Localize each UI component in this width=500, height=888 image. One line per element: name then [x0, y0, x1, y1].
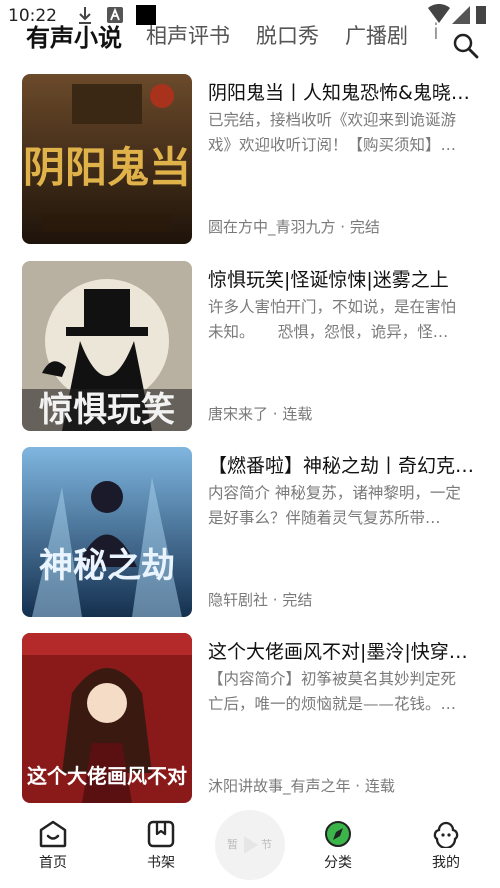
book-item[interactable]: 神秘之劫 【燃番啦】神秘之劫丨奇幻克… 内容简介 神秘复苏，诸神黎明，一定是好事… [0, 447, 500, 617]
nav-home[interactable]: 首页 [23, 820, 83, 872]
book-title[interactable]: 阴阳鬼当丨人知鬼恐怖&鬼晓… [208, 78, 478, 105]
book-cover[interactable]: 阴阳鬼当 [22, 74, 192, 244]
tab-more[interactable]: i [433, 20, 439, 44]
book-cover[interactable]: 惊惧玩笑 [22, 261, 192, 431]
book-description: 【内容简介】初筝被莫名其妙判定死亡后，唯一的烦恼就是——花钱。… [208, 670, 457, 713]
book-author: 沐阳讲故事_有声之年 [208, 777, 351, 795]
book-status: 连载 [364, 777, 395, 795]
cover-title: 这个大佬画风不对 [27, 764, 187, 788]
book-status: 完结 [282, 591, 313, 609]
player-right-text: 节 [261, 838, 272, 851]
profile-icon [433, 821, 459, 848]
book-author: 唐宋来了 [208, 405, 269, 423]
cover-art-ghost-pawnshop: 阴阳鬼当 [22, 74, 192, 244]
cover-title: 惊惧玩笑 [39, 390, 175, 430]
nav-label: 分类 [324, 855, 352, 871]
book-meta: 圆在方中_青羽九方 · 完结 [208, 216, 478, 237]
nav-profile[interactable]: 我的 [416, 820, 476, 872]
book-description: 内容简介 神秘复苏，诸神黎明，一定是好事么？伴随着灵气复苏所带… [208, 484, 461, 527]
search-icon[interactable] [452, 32, 480, 60]
book-description: 已完结，接档收听《欢迎来到诡诞游戏》欢迎收听订阅！【购买须知】… [208, 111, 457, 154]
meta-separator: · [335, 218, 350, 236]
nav-category[interactable]: 分类 [308, 820, 368, 872]
tab-crosstalk[interactable]: 相声评书 [146, 20, 230, 50]
meta-separator: · [268, 405, 283, 423]
book-item[interactable]: 这个大佬画风不对 这个大佬画风不对|墨泠|快穿… 【内容简介】初筝被莫名其妙判定… [0, 633, 500, 803]
nav-label: 首页 [39, 855, 67, 871]
book-description: 许多人害怕开门，不如说，是在害怕未知。 恐惧，怨恨，诡异，怪… [208, 298, 457, 341]
category-icon [325, 821, 351, 847]
book-meta: 沐阳讲故事_有声之年 · 连载 [208, 775, 478, 796]
cover-title: 阴阳鬼当 [23, 143, 191, 192]
nav-bookshelf[interactable]: 书架 [131, 820, 191, 872]
meta-separator: · [268, 591, 283, 609]
book-item[interactable]: 阴阳鬼当 阴阳鬼当丨人知鬼恐怖&鬼晓… 已完结，接档收听《欢迎来到诡诞游戏》欢迎… [0, 74, 500, 244]
book-cover[interactable]: 这个大佬画风不对 [22, 633, 192, 803]
cover-art-fear-joke: 惊惧玩笑 [22, 261, 192, 431]
book-title[interactable]: 【燃番啦】神秘之劫丨奇幻克… [208, 451, 478, 478]
category-tabs: 有声小说 相声评书 脱口秀 广播剧 i [0, 14, 500, 60]
book-author: 隐轩剧社 [208, 591, 269, 609]
book-title[interactable]: 这个大佬画风不对|墨泠|快穿… [208, 637, 478, 664]
play-icon[interactable] [242, 834, 260, 856]
cover-art-boss-style: 这个大佬画风不对 [22, 633, 192, 803]
book-item[interactable]: 惊惧玩笑 惊惧玩笑|怪诞惊悚|迷雾之上 许多人害怕开门，不如说，是在害怕未知。 … [0, 261, 500, 431]
cover-title: 神秘之劫 [39, 546, 175, 586]
tab-audio-novel[interactable]: 有声小说 [26, 18, 122, 53]
tab-talk-show[interactable]: 脱口秀 [256, 20, 319, 50]
book-cover[interactable]: 神秘之劫 [22, 447, 192, 617]
book-status: 完结 [349, 218, 380, 236]
bookshelf-icon [147, 820, 175, 848]
nav-label: 我的 [432, 855, 460, 871]
nav-label: 书架 [147, 855, 175, 871]
book-author: 圆在方中_青羽九方 [208, 218, 336, 236]
mini-player[interactable]: 暂 节 [215, 810, 285, 880]
book-meta: 隐轩剧社 · 完结 [208, 589, 478, 610]
meta-separator: · [350, 777, 365, 795]
player-left-text: 暂 [227, 838, 238, 851]
book-status: 连载 [282, 405, 313, 423]
book-meta: 唐宋来了 · 连载 [208, 403, 478, 424]
home-icon [39, 820, 67, 848]
tab-radio-drama[interactable]: 广播剧 [345, 20, 408, 50]
cover-art-mystery-calamity: 神秘之劫 [22, 447, 192, 617]
book-title[interactable]: 惊惧玩笑|怪诞惊悚|迷雾之上 [208, 265, 478, 292]
